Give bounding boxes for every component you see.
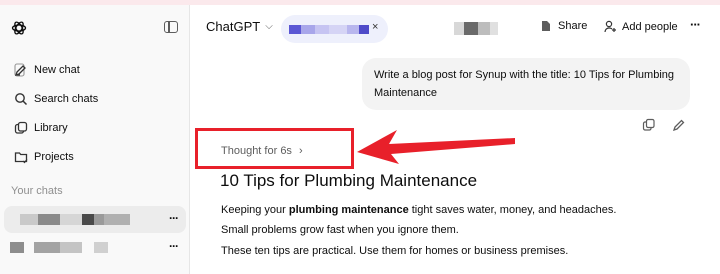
share-button[interactable]: Share bbox=[540, 20, 587, 32]
sidebar-item-search-chats[interactable]: Search chats bbox=[4, 86, 184, 112]
library-icon bbox=[10, 117, 32, 139]
model-name: ChatGPT bbox=[206, 19, 261, 34]
redacted-tab[interactable]: × bbox=[281, 15, 388, 43]
response-paragraph: Small problems grow fast when you ignore… bbox=[221, 224, 459, 236]
sidebar-item-label: Search chats bbox=[34, 93, 99, 105]
sidebar-item-label: Library bbox=[34, 122, 68, 134]
sidebar: New chat Search chats Library Projects Y… bbox=[0, 5, 190, 274]
thought-toggle[interactable]: Thought for 6s › bbox=[221, 145, 303, 157]
chevron-down-icon: ⌵ bbox=[265, 21, 273, 32]
tab-close-icon[interactable]: × bbox=[372, 21, 378, 33]
sidebar-item-label: Projects bbox=[34, 151, 74, 163]
chat-item-redacted[interactable]: ··· bbox=[4, 206, 186, 233]
response-paragraph: These ten tips are practical. Use them f… bbox=[221, 245, 569, 257]
sidebar-item-label: New chat bbox=[34, 64, 80, 76]
more-options-icon[interactable]: ··· bbox=[690, 17, 701, 32]
user-message-bubble: Write a blog post for Synup with the tit… bbox=[362, 58, 690, 110]
sidebar-item-library[interactable]: Library bbox=[4, 115, 184, 141]
response-heading: 10 Tips for Plumbing Maintenance bbox=[220, 171, 478, 190]
chat-more-icon[interactable]: ··· bbox=[169, 211, 179, 225]
add-person-icon bbox=[604, 20, 616, 33]
sidebar-item-new-chat[interactable]: New chat bbox=[4, 57, 184, 83]
response-paragraph: Keeping your plumbing maintenance tight … bbox=[221, 204, 617, 216]
chevron-right-icon: › bbox=[299, 145, 303, 157]
annotation-arrow bbox=[357, 130, 515, 164]
sidebar-toggle-icon[interactable] bbox=[164, 21, 178, 33]
section-title-your-chats: Your chats bbox=[11, 185, 63, 197]
chat-item-redacted[interactable]: ··· bbox=[4, 234, 186, 261]
sidebar-header bbox=[0, 5, 189, 53]
edit-message-icon[interactable] bbox=[672, 118, 686, 132]
folder-icon bbox=[10, 146, 32, 168]
search-icon bbox=[10, 88, 32, 110]
chat-more-icon[interactable]: ··· bbox=[169, 239, 179, 253]
add-people-label: Add people bbox=[622, 20, 678, 33]
thought-label: Thought for 6s bbox=[221, 145, 292, 157]
openai-logo-icon[interactable] bbox=[11, 20, 27, 36]
sidebar-item-projects[interactable]: Projects bbox=[4, 144, 184, 170]
redacted-user bbox=[454, 22, 502, 35]
share-icon bbox=[542, 21, 550, 31]
edit-icon bbox=[10, 59, 32, 81]
copy-icon[interactable] bbox=[642, 118, 656, 132]
share-label: Share bbox=[558, 20, 588, 32]
model-selector[interactable]: ChatGPT ⌵ bbox=[206, 19, 273, 34]
header: ChatGPT ⌵ × Share Add people ··· bbox=[190, 5, 720, 53]
add-people-button[interactable]: Add people bbox=[604, 20, 678, 33]
